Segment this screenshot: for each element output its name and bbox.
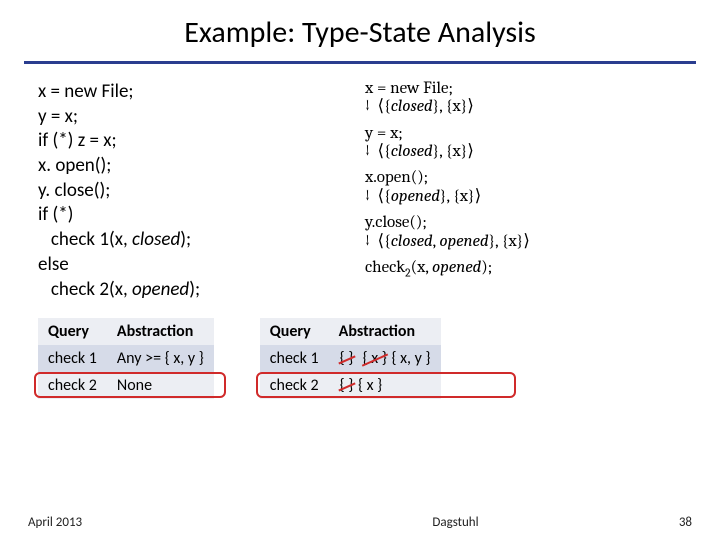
trace-stmt: check2(x, opened); — [365, 259, 682, 280]
footer-date: April 2013 — [28, 515, 82, 530]
table-row: check 1 Any >= { x, y } — [38, 345, 214, 372]
tables-row: Query Abstraction check 1 Any >= { x, y … — [0, 318, 720, 399]
code-line: x = new File; — [38, 80, 355, 105]
code-listing: x = new File; y = x; if (*) z = x; x. op… — [38, 80, 355, 302]
footer-page-number: 38 — [679, 515, 692, 530]
code-line: x. open(); — [38, 154, 355, 179]
code-line: check 1(x, closed); — [38, 228, 355, 253]
trace-stmt: y.close(); — [365, 214, 682, 232]
trace-state: ↓ ⟨{closed, opened}, {x}⟩ — [365, 233, 682, 251]
cell-abstraction: { } { x } { x, y } — [329, 345, 441, 372]
cell-abstraction: { } { x } — [329, 372, 441, 399]
cell-abstraction: None — [107, 372, 214, 399]
table-row: check 2 None — [38, 372, 214, 399]
struck-set: { } — [339, 349, 355, 368]
table-row: check 1 { } { x } { x, y } — [260, 345, 441, 372]
code-line: y. close(); — [38, 179, 355, 204]
content-columns: x = new File; y = x; if (*) z = x; x. op… — [0, 80, 720, 302]
trace-state: ↓ ⟨{closed}, {x}⟩ — [365, 98, 682, 116]
left-table-wrap: Query Abstraction check 1 Any >= { x, y … — [38, 318, 214, 399]
trace-state: ↓ ⟨{closed}, {x}⟩ — [365, 143, 682, 161]
code-line: else — [38, 253, 355, 278]
cell-query: check 2 — [38, 372, 107, 399]
cell-query: check 1 — [38, 345, 107, 372]
title-underline — [24, 61, 696, 64]
col-header-abstraction: Abstraction — [107, 318, 214, 345]
code-line: if (*) — [38, 203, 355, 228]
col-header-abstraction: Abstraction — [329, 318, 441, 345]
col-header-query: Query — [38, 318, 107, 345]
left-table: Query Abstraction check 1 Any >= { x, y … — [38, 318, 214, 399]
trace-state: ↓ ⟨{opened}, {x}⟩ — [365, 188, 682, 206]
abstract-trace: x = new File; ↓ ⟨{closed}, {x}⟩ y = x; ↓… — [365, 80, 682, 302]
trace-stmt: x.open(); — [365, 169, 682, 187]
cell-query: check 1 — [260, 345, 329, 372]
right-table: Query Abstraction check 1 { } { x } { x,… — [260, 318, 441, 399]
struck-set: { x } — [362, 349, 388, 368]
trace-stmt: y = x; — [365, 125, 682, 143]
code-line: check 2(x, opened); — [38, 278, 355, 303]
code-line: if (*) z = x; — [38, 129, 355, 154]
code-line: y = x; — [38, 105, 355, 130]
trace-stmt: x = new File; — [365, 80, 682, 98]
struck-set: { } — [339, 376, 355, 395]
slide-footer: April 2013 Dagstuhl 38 — [0, 515, 720, 530]
cell-abstraction: Any >= { x, y } — [107, 345, 214, 372]
cell-query: check 2 — [260, 372, 329, 399]
slide-title: Example: Type-State Analysis — [0, 0, 720, 61]
col-header-query: Query — [260, 318, 329, 345]
footer-venue: Dagstuhl — [432, 515, 478, 530]
table-row: check 2 { } { x } — [260, 372, 441, 399]
right-table-wrap: Query Abstraction check 1 { } { x } { x,… — [260, 318, 441, 399]
